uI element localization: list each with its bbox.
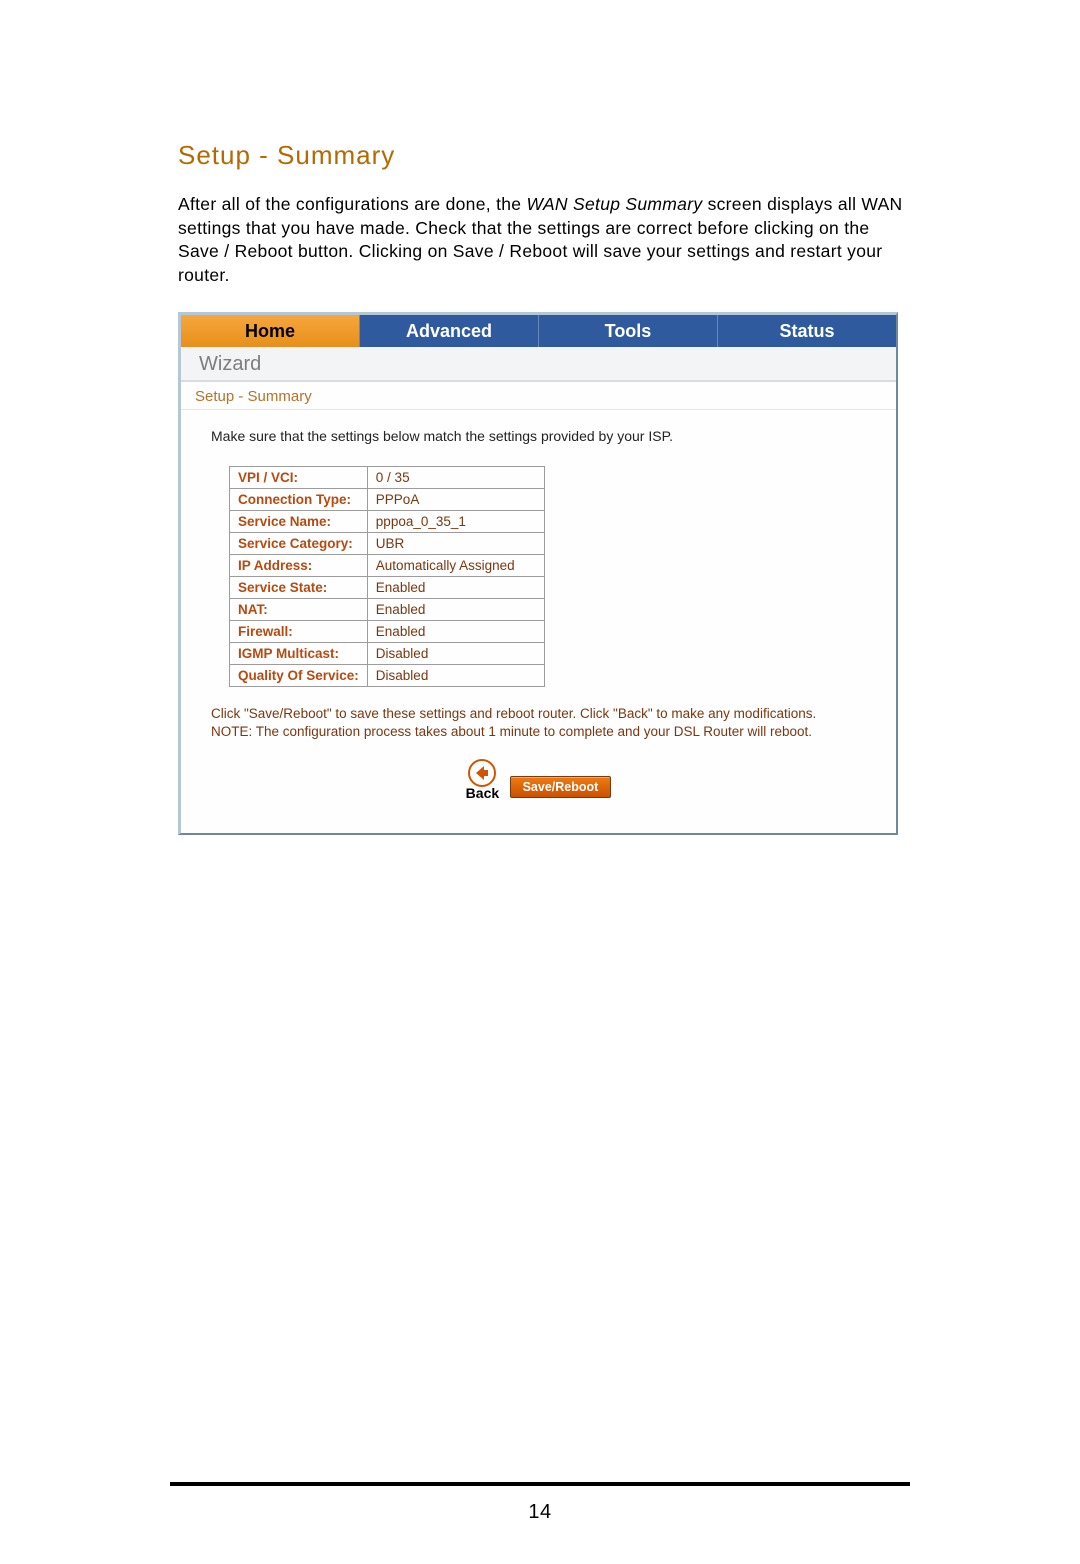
- setting-value: Enabled: [367, 620, 544, 642]
- section-title: Setup - Summary: [178, 140, 910, 171]
- setting-value: UBR: [367, 532, 544, 554]
- setting-label: Service State:: [230, 576, 368, 598]
- setting-value: pppoa_0_35_1: [367, 510, 544, 532]
- page-footer-rule: [170, 1482, 910, 1486]
- footer-note-line2: NOTE: The configuration process takes ab…: [211, 724, 812, 739]
- setting-label: IGMP Multicast:: [230, 642, 368, 664]
- setting-value: Automatically Assigned: [367, 554, 544, 576]
- footer-note-line1: Click "Save/Reboot" to save these settin…: [211, 706, 816, 721]
- table-row: Quality Of Service: Disabled: [230, 664, 545, 686]
- table-row: VPI / VCI: 0 / 35: [230, 466, 545, 488]
- setting-value: Enabled: [367, 576, 544, 598]
- footer-note: Click "Save/Reboot" to save these settin…: [211, 705, 866, 741]
- button-row: Back Save/Reboot: [211, 759, 866, 801]
- intro-text-pre: After all of the configurations are done…: [178, 194, 526, 214]
- table-row: Service State: Enabled: [230, 576, 545, 598]
- tab-home[interactable]: Home: [181, 315, 360, 347]
- breadcrumb: Setup - Summary: [181, 382, 896, 410]
- tab-advanced[interactable]: Advanced: [360, 315, 539, 347]
- main-nav-tabs: Home Advanced Tools Status: [181, 315, 896, 347]
- setting-value: Disabled: [367, 664, 544, 686]
- isp-instruction: Make sure that the settings below match …: [211, 428, 866, 444]
- setting-label: NAT:: [230, 598, 368, 620]
- setting-value: PPPoA: [367, 488, 544, 510]
- setting-label: IP Address:: [230, 554, 368, 576]
- table-row: Service Category: UBR: [230, 532, 545, 554]
- table-row: IP Address: Automatically Assigned: [230, 554, 545, 576]
- table-row: Firewall: Enabled: [230, 620, 545, 642]
- setting-label: Service Category:: [230, 532, 368, 554]
- table-row: Connection Type: PPPoA: [230, 488, 545, 510]
- settings-table: VPI / VCI: 0 / 35 Connection Type: PPPoA…: [229, 466, 545, 687]
- subnav-wizard[interactable]: Wizard: [199, 353, 261, 376]
- setting-label: VPI / VCI:: [230, 466, 368, 488]
- back-button-label: Back: [466, 785, 499, 801]
- router-screenshot: Home Advanced Tools Status Wizard Setup …: [178, 312, 898, 835]
- setting-label: Connection Type:: [230, 488, 368, 510]
- table-row: IGMP Multicast: Disabled: [230, 642, 545, 664]
- tab-status[interactable]: Status: [718, 315, 896, 347]
- intro-paragraph: After all of the configurations are done…: [178, 193, 910, 288]
- table-row: NAT: Enabled: [230, 598, 545, 620]
- setting-value: Disabled: [367, 642, 544, 664]
- page-number: 14: [0, 1501, 1080, 1524]
- tab-tools[interactable]: Tools: [539, 315, 718, 347]
- setting-value: 0 / 35: [367, 466, 544, 488]
- setting-label: Firewall:: [230, 620, 368, 642]
- intro-text-em: WAN Setup Summary: [526, 194, 702, 214]
- back-button[interactable]: Back: [466, 759, 499, 801]
- table-row: Service Name: pppoa_0_35_1: [230, 510, 545, 532]
- panel-body: Make sure that the settings below match …: [181, 410, 896, 833]
- save-reboot-button[interactable]: Save/Reboot: [510, 776, 612, 798]
- subnav-bar: Wizard: [181, 347, 896, 382]
- setting-label: Quality Of Service:: [230, 664, 368, 686]
- setting-value: Enabled: [367, 598, 544, 620]
- setting-label: Service Name:: [230, 510, 368, 532]
- back-arrow-icon: [468, 759, 496, 787]
